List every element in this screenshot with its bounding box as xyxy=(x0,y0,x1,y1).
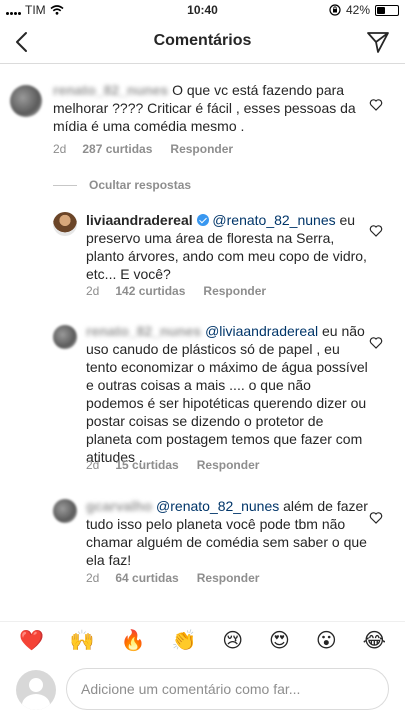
comment-username[interactable]: liviaandradereal xyxy=(86,212,193,228)
comment-meta: 2d 142 curtidas Responder xyxy=(86,284,266,298)
heart-icon[interactable] xyxy=(369,224,383,238)
comment-text: renato_82_nunes O que vc está fazendo pa… xyxy=(53,81,363,135)
avatar-head-shape xyxy=(29,678,43,692)
comment-time: 2d xyxy=(53,142,67,156)
comment-username[interactable]: renato_82_nunes xyxy=(86,323,201,339)
emoji-fire[interactable]: 🔥 xyxy=(121,628,146,652)
emoji-clapping[interactable]: 👏 xyxy=(171,628,196,652)
battery-icon xyxy=(375,4,399,16)
status-bar: TIM 10:40 42% xyxy=(0,0,405,20)
user-avatar xyxy=(16,670,56,710)
comment-input[interactable] xyxy=(66,668,389,710)
emoji-raising-hands[interactable]: 🙌 xyxy=(70,628,95,652)
comment-mention[interactable]: @renato_82_nunes xyxy=(156,498,279,514)
comment-username[interactable]: renato_82_nunes xyxy=(53,82,168,98)
comment-time: 2d xyxy=(86,284,100,298)
comment-text: liviaandradereal @renato_82_nunes eu pre… xyxy=(86,211,371,283)
comment-mention[interactable]: @liviaandradereal xyxy=(205,323,318,339)
comment-likes[interactable]: 64 curtidas xyxy=(115,571,178,585)
orientation-lock-icon xyxy=(329,4,341,16)
emoji-heart[interactable]: ❤️ xyxy=(19,628,44,652)
divider-line xyxy=(53,184,77,186)
heart-icon[interactable] xyxy=(369,511,383,525)
avatar-body-shape xyxy=(22,694,50,710)
comment-likes[interactable]: 287 curtidas xyxy=(82,142,152,156)
emoji-bar: ❤️ 🙌 🔥 👏 😢 😍 😮 😂 xyxy=(0,621,405,657)
reply-button[interactable]: Responder xyxy=(197,571,260,585)
comment-time: 2d xyxy=(86,571,100,585)
comment-likes[interactable]: 142 curtidas xyxy=(115,284,185,298)
comment-meta: 2d 64 curtidas Responder xyxy=(86,571,259,585)
comment-composer xyxy=(0,660,405,720)
emoji-heart-eyes[interactable]: 😍 xyxy=(269,628,290,652)
emoji-surprised[interactable]: 😮 xyxy=(316,628,337,652)
comment-body: eu não uso canudo de plásticos só de pap… xyxy=(86,323,368,465)
avatar[interactable] xyxy=(53,499,77,523)
direct-send-icon[interactable] xyxy=(365,29,391,55)
comment-meta: 2d 287 curtidas Responder xyxy=(53,142,233,156)
verified-badge-icon xyxy=(196,214,209,226)
comment-mention[interactable]: @renato_82_nunes xyxy=(212,212,335,228)
heart-icon[interactable] xyxy=(369,98,383,112)
status-right: 42% xyxy=(329,3,399,17)
heart-icon[interactable] xyxy=(369,336,383,350)
avatar[interactable] xyxy=(10,85,42,117)
hide-replies-label: Ocultar respostas xyxy=(89,178,192,192)
comment-username[interactable]: gcarvalho xyxy=(86,498,152,514)
emoji-crying[interactable]: 😢 xyxy=(222,628,243,652)
comment-meta: 2d 15 curtidas Responder xyxy=(86,458,259,472)
comment-likes[interactable]: 15 curtidas xyxy=(115,458,178,472)
battery-percent: 42% xyxy=(345,3,370,17)
avatar[interactable] xyxy=(53,325,77,349)
comment-time: 2d xyxy=(86,458,100,472)
emoji-laughing[interactable]: 😂 xyxy=(363,628,386,652)
comment-text: renato_82_nunes @liviaandradereal eu não… xyxy=(86,322,371,466)
avatar[interactable] xyxy=(53,212,77,236)
comment-text: gcarvalho @renato_82_nunes além de fazer… xyxy=(86,497,371,569)
reply-button[interactable]: Responder xyxy=(203,284,266,298)
reply-button[interactable]: Responder xyxy=(170,142,233,156)
page-title: Comentários xyxy=(153,32,252,49)
hide-replies-toggle[interactable]: Ocultar respostas xyxy=(53,178,191,192)
header: Comentários xyxy=(0,20,405,64)
reply-button[interactable]: Responder xyxy=(197,458,260,472)
